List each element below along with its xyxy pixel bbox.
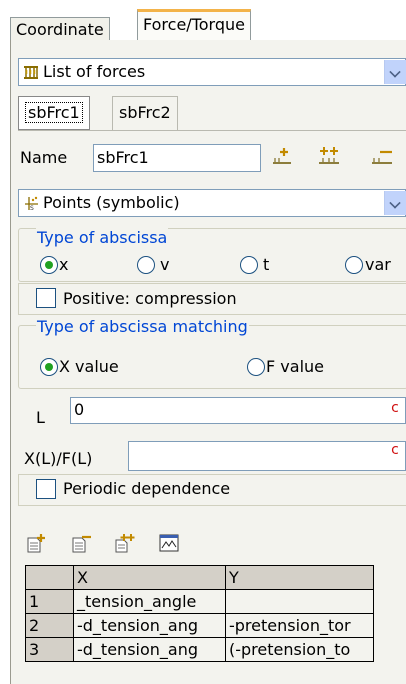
l-calc-button[interactable]: c	[385, 398, 405, 423]
cell-x[interactable]: -d_tension_ang	[74, 638, 226, 662]
table-corner-cell	[26, 566, 74, 590]
row-index[interactable]: 3	[26, 638, 74, 662]
table-row: 1 _tension_angle	[26, 590, 374, 614]
cell-y[interactable]	[226, 590, 374, 614]
plot-graph-icon[interactable]	[158, 532, 180, 554]
copy-rows-icon[interactable]	[114, 532, 136, 554]
periodic-checkbox[interactable]	[36, 479, 56, 499]
radio-var[interactable]	[345, 256, 363, 274]
row-index[interactable]: 2	[26, 614, 74, 638]
table-row: 3 -d_tension_ang (-pretension_to	[26, 638, 374, 662]
force-tab-sbfrc1-label: sbFrc1	[25, 102, 83, 123]
radio-f-value-label: F value	[266, 357, 324, 376]
radio-x-value-label: X value	[59, 357, 119, 376]
tab-force-torque-label: Force/Torque	[143, 15, 245, 34]
radio-v-label: v	[160, 255, 169, 274]
xlfl-field[interactable]: c	[128, 441, 406, 471]
cell-x[interactable]: -d_tension_ang	[74, 614, 226, 638]
name-label: Name	[20, 148, 67, 167]
points-combo-value: Points (symbolic)	[43, 193, 180, 213]
abscissa-group-title: Type of abscissa	[36, 228, 168, 247]
radio-x-value[interactable]	[40, 358, 58, 376]
radio-x-label: x	[59, 255, 68, 274]
tab-coordinate-label: Coordinate	[16, 20, 104, 39]
xlfl-calc-button[interactable]: c	[385, 440, 405, 468]
tab-divider	[18, 130, 406, 131]
add-row-icon[interactable]	[25, 532, 47, 554]
cell-x[interactable]: _tension_angle	[74, 590, 226, 614]
points-table: X Y 1 _tension_angle 2 -d_tension_ang -p…	[25, 565, 374, 662]
radio-t-label: t	[263, 255, 269, 274]
radio-v[interactable]	[137, 256, 155, 274]
force-tab-sbfrc2-label: sbFrc2	[119, 103, 171, 122]
tab-force-torque[interactable]: Force/Torque	[137, 9, 251, 41]
force-tab-sbfrc1[interactable]: sbFrc1	[18, 96, 90, 130]
cell-y[interactable]: (-pretension_to	[226, 638, 374, 662]
force-list-combo[interactable]: List of forces	[18, 58, 406, 86]
force-list-value: List of forces	[43, 62, 145, 82]
force-list-icon	[23, 64, 39, 80]
cell-y[interactable]: -pretension_tor	[226, 614, 374, 638]
points-symbolic-icon: S	[23, 195, 39, 211]
row-index[interactable]: 1	[26, 590, 74, 614]
column-header-x[interactable]: X	[74, 566, 226, 590]
name-field-value: sbFrc1	[97, 148, 149, 167]
tab-coordinate[interactable]: Coordinate	[10, 17, 110, 41]
remove-row-icon[interactable]	[70, 532, 92, 554]
periodic-label: Periodic dependence	[63, 479, 230, 498]
table-header-row: X Y	[26, 566, 374, 590]
add-force-icon[interactable]	[271, 145, 293, 167]
points-combo[interactable]: S Points (symbolic)	[18, 189, 406, 217]
name-field[interactable]: sbFrc1	[93, 144, 261, 172]
l-label: L	[36, 408, 45, 427]
xlfl-label: X(L)/F(L)	[24, 449, 92, 468]
positive-compression-label: Positive: compression	[63, 289, 237, 308]
svg-text:S: S	[30, 205, 34, 211]
radio-t[interactable]	[240, 256, 258, 274]
radio-f-value[interactable]	[247, 358, 265, 376]
l-field[interactable]: 0 c	[70, 397, 406, 424]
chevron-down-icon[interactable]	[384, 60, 406, 84]
column-header-y[interactable]: Y	[226, 566, 374, 590]
chevron-down-icon[interactable]	[384, 191, 406, 215]
matching-group-title: Type of abscissa matching	[36, 317, 249, 336]
remove-force-icon[interactable]	[370, 145, 392, 167]
positive-compression-checkbox[interactable]	[36, 288, 56, 308]
copy-force-icon[interactable]	[318, 145, 340, 167]
force-tab-sbfrc2[interactable]: sbFrc2	[112, 96, 178, 130]
radio-x[interactable]	[40, 256, 58, 274]
radio-var-label: var	[365, 255, 391, 274]
table-row: 2 -d_tension_ang -pretension_tor	[26, 614, 374, 638]
l-field-value: 0	[74, 400, 84, 419]
